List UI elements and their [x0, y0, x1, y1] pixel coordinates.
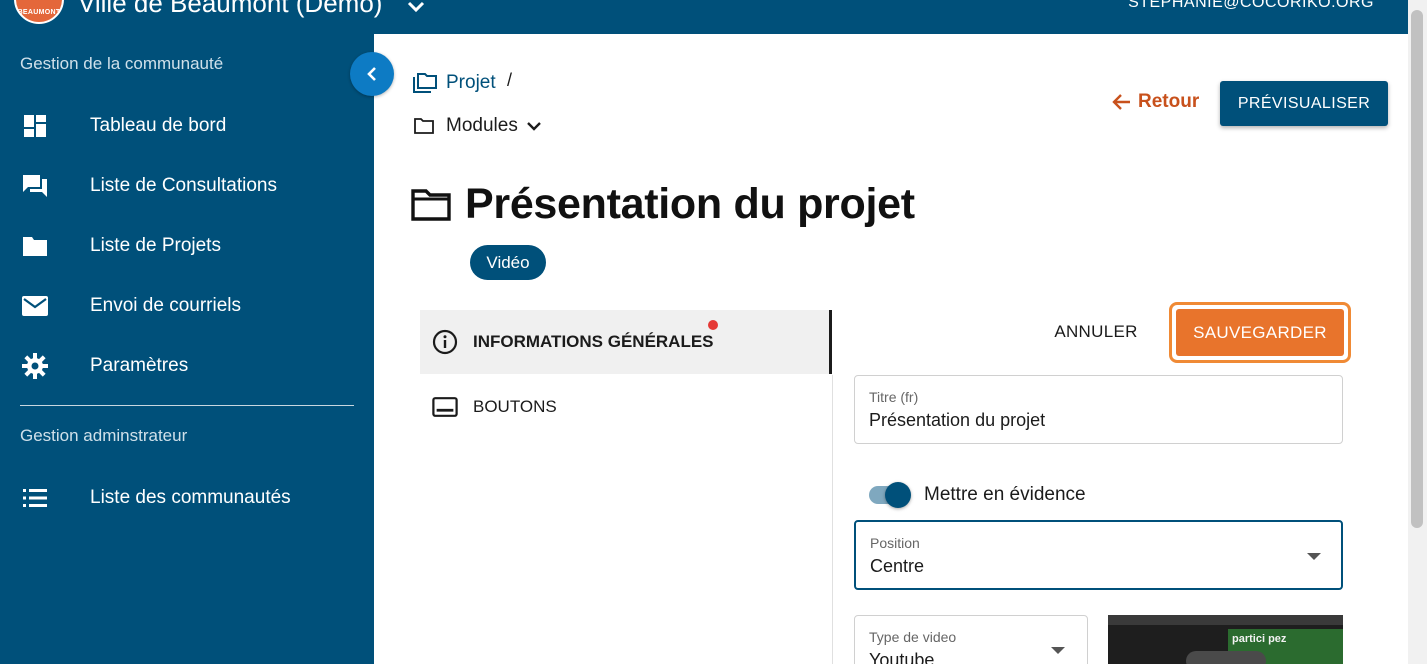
- modules-label: Modules: [446, 115, 518, 136]
- sidebar-item-label: Liste de Projets: [90, 235, 221, 256]
- page-title: Présentation du projet: [465, 180, 915, 228]
- info-icon: [432, 329, 458, 355]
- sidebar-item-settings[interactable]: Paramètres: [0, 343, 374, 389]
- collapse-sidebar-button[interactable]: [350, 52, 394, 96]
- folder-outline-icon: [411, 188, 451, 221]
- alert-dot: [708, 320, 718, 330]
- arrow-left-icon: [1112, 94, 1130, 110]
- back-label: Retour: [1138, 91, 1200, 112]
- sidebar-item-label: Tableau de bord: [90, 115, 227, 136]
- forum-icon: [22, 173, 48, 199]
- highlight-toggle-label: Mettre en évidence: [924, 484, 1086, 505]
- community-logo[interactable]: BEAUMONT: [14, 0, 64, 24]
- library-icon: [413, 73, 437, 93]
- dashboard-icon: [22, 113, 48, 139]
- folder-icon: [22, 233, 48, 259]
- tab-buttons[interactable]: BOUTONS: [420, 375, 832, 439]
- back-link[interactable]: Retour: [1112, 91, 1199, 113]
- section-title-admin: Gestion adminstrateur: [20, 426, 188, 445]
- video-play-control[interactable]: [1186, 651, 1266, 664]
- page-heading: Présentation du projet: [411, 180, 915, 229]
- sidebar-divider: [20, 405, 354, 406]
- sidebar-item-communities[interactable]: Liste des communautés: [0, 475, 374, 521]
- scrollbar-thumb[interactable]: [1411, 10, 1423, 528]
- position-select-value: Centre: [870, 556, 925, 576]
- cancel-button[interactable]: ANNULER: [1040, 311, 1152, 353]
- folder-outline-icon: [414, 118, 434, 134]
- video-preview[interactable]: partici pez: [1108, 615, 1343, 664]
- title-field[interactable]: Titre (fr) Présentation du projet: [854, 375, 1343, 444]
- sidebar-item-emails[interactable]: Envoi de courriels: [0, 283, 374, 329]
- video-type-select-label: Type de video: [869, 629, 957, 645]
- position-select[interactable]: Position Centre: [854, 520, 1343, 590]
- chevron-down-icon[interactable]: [406, 0, 426, 14]
- title-field-value: Présentation du projet: [869, 410, 1046, 430]
- video-preview-toolbar: [1108, 615, 1343, 625]
- section-title-community: Gestion de la communauté: [20, 54, 224, 73]
- breadcrumb-project-link[interactable]: Projet: [413, 72, 496, 94]
- user-email[interactable]: STEPHANIE@COCORIKO.ORG: [1128, 0, 1374, 12]
- dropdown-arrow-icon: [1307, 553, 1321, 560]
- sidebar-item-dashboard[interactable]: Tableau de bord: [0, 103, 374, 149]
- video-type-select[interactable]: Type de video Youtube: [854, 615, 1088, 664]
- breadcrumb-separator: /: [507, 70, 513, 90]
- title-field-label: Titre (fr): [869, 389, 919, 405]
- sidebar-item-consultations[interactable]: Liste de Consultations: [0, 163, 374, 209]
- sidebar-item-label: Liste des communautés: [90, 487, 291, 508]
- highlight-toggle[interactable]: [885, 482, 911, 508]
- sidebar-item-label: Envoi de courriels: [90, 295, 242, 316]
- video-preview-caption: partici pez: [1232, 633, 1287, 645]
- preview-button[interactable]: PRÉVISUALISER: [1220, 81, 1388, 126]
- sidebar-item-label: Liste de Consultations: [90, 175, 277, 196]
- sidebar-item-projects[interactable]: Liste de Projets: [0, 223, 374, 269]
- tab-label: BOUTONS: [473, 397, 557, 416]
- gear-icon: [22, 353, 48, 379]
- dropdown-arrow-icon: [1051, 647, 1065, 654]
- video-type-select-value: Youtube: [869, 650, 935, 664]
- sidebar-item-label: Paramètres: [90, 355, 189, 376]
- sidebar: Gestion de la communauté Tableau de bord…: [0, 34, 374, 664]
- list-icon: [22, 485, 48, 511]
- tab-label: INFORMATIONS GÉNÉRALES: [473, 332, 714, 351]
- tab-general-info[interactable]: INFORMATIONS GÉNÉRALES: [420, 310, 832, 374]
- chevron-down-icon: [526, 122, 541, 131]
- save-button[interactable]: SAUVEGARDER: [1176, 309, 1344, 356]
- module-type-badge: Vidéo: [470, 245, 546, 280]
- mail-icon: [22, 293, 48, 319]
- chevron-left-icon: [367, 67, 376, 81]
- breadcrumb-root-label: Projet: [446, 72, 496, 93]
- modules-dropdown[interactable]: Modules: [414, 115, 542, 137]
- top-bar: BEAUMONT Ville de Beaumont (Demo) STEPHA…: [0, 0, 1408, 34]
- logo-text: BEAUMONT: [17, 9, 61, 16]
- button-icon: [432, 394, 458, 420]
- community-name[interactable]: Ville de Beaumont (Demo): [78, 0, 382, 19]
- position-select-label: Position: [870, 535, 920, 551]
- tabs-divider: [832, 375, 833, 664]
